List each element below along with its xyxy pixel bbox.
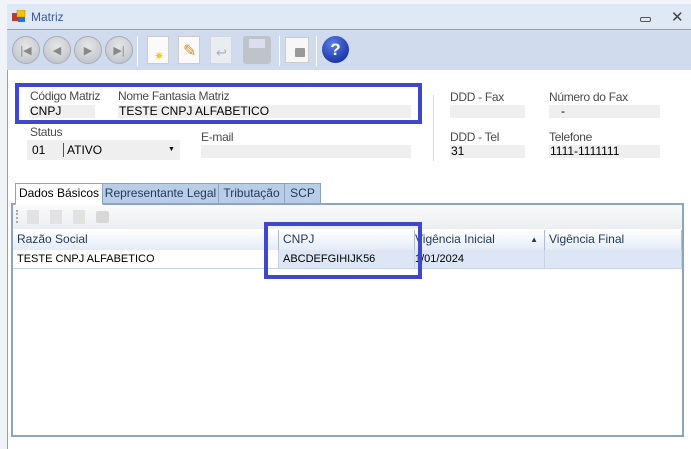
- divider: [433, 95, 434, 161]
- help-button[interactable]: ?: [322, 36, 349, 63]
- next-record-button[interactable]: ▶: [74, 36, 102, 64]
- tab-representante-legal[interactable]: Representante Legal: [102, 183, 219, 204]
- ddd-fax-field[interactable]: [450, 105, 525, 118]
- title-bar: Matriz ✕: [7, 4, 691, 30]
- previous-record-button[interactable]: ◀: [43, 36, 71, 64]
- separator: [279, 36, 280, 66]
- nome-label: Nome Fantasia Matriz: [118, 89, 230, 103]
- tab-scp[interactable]: SCP: [284, 183, 321, 204]
- email-field[interactable]: [201, 145, 411, 158]
- status-label: Status: [30, 125, 63, 139]
- ddd-tel-field[interactable]: 31: [450, 145, 525, 158]
- grid-delete-icon[interactable]: [96, 211, 109, 223]
- fax-label: Número do Fax: [549, 90, 628, 104]
- main-toolbar: |◀ ◀ ▶ ▶| ✷ ✎ ↩ ?: [7, 30, 691, 70]
- fax-field[interactable]: -: [549, 105, 660, 118]
- tel-field[interactable]: 1111-1111111: [549, 145, 660, 158]
- grid-new-icon[interactable]: [27, 210, 39, 224]
- status-divider: [63, 143, 64, 157]
- chevron-down-icon: ▼: [168, 146, 175, 153]
- status-code: 01: [32, 143, 46, 157]
- window-title: Matriz: [31, 10, 64, 24]
- app-icon: [12, 9, 26, 23]
- column-header-vigencia-final[interactable]: Vigência Final: [545, 230, 682, 250]
- tab-tributacao[interactable]: Tributação: [218, 183, 285, 204]
- grid-undo-icon[interactable]: [73, 210, 85, 224]
- column-header-vigencia-inicial[interactable]: Vigência Inicial ▲: [415, 230, 545, 250]
- last-record-button[interactable]: ▶|: [105, 36, 133, 64]
- separator: [316, 36, 317, 66]
- cell-vigencia-final[interactable]: [545, 250, 682, 269]
- column-header-razao-social[interactable]: Razão Social: [13, 230, 279, 250]
- separator: [137, 36, 138, 66]
- save-button[interactable]: [243, 36, 271, 64]
- new-icon: ✷: [154, 49, 165, 63]
- undo-icon: ↩: [216, 45, 227, 60]
- edit-button[interactable]: ✎: [178, 36, 200, 64]
- grid-edit-icon[interactable]: [50, 210, 62, 224]
- status-combo[interactable]: 01 ATIVO ▼: [27, 140, 180, 160]
- sort-ascending-icon: ▲: [530, 235, 538, 244]
- ddd-fax-label: DDD - Fax: [450, 90, 504, 104]
- column-label: Vigência Inicial: [415, 232, 495, 246]
- cell-razao-social[interactable]: TESTE CNPJ ALFABETICO: [13, 250, 279, 269]
- tab-dados-basicos[interactable]: Dados Básicos: [15, 183, 103, 205]
- cell-vigencia-inicial[interactable]: 1/01/2024: [415, 250, 545, 269]
- undo-button[interactable]: ↩: [210, 36, 232, 64]
- tel-label: Telefone: [549, 130, 592, 144]
- lock-button[interactable]: [285, 37, 309, 63]
- close-icon[interactable]: ✕: [671, 8, 684, 26]
- new-button[interactable]: ✷: [147, 36, 169, 64]
- edit-icon: ✎: [183, 43, 197, 60]
- grip-icon: [16, 210, 18, 223]
- help-icon: ?: [330, 40, 341, 59]
- highlight-box-cnpj: [264, 222, 422, 279]
- nome-field[interactable]: TESTE CNPJ ALFABETICO: [118, 105, 411, 118]
- ddd-tel-label: DDD - Tel: [450, 130, 500, 144]
- save-icon: [249, 39, 265, 48]
- codigo-label: Código Matriz: [30, 89, 101, 103]
- lock-icon: [295, 48, 305, 57]
- status-value: ATIVO: [67, 143, 103, 157]
- codigo-field[interactable]: CNPJ: [29, 105, 95, 118]
- minimize-icon[interactable]: [640, 17, 651, 22]
- first-record-button[interactable]: |◀: [12, 36, 40, 64]
- email-label: E-mail: [201, 130, 234, 144]
